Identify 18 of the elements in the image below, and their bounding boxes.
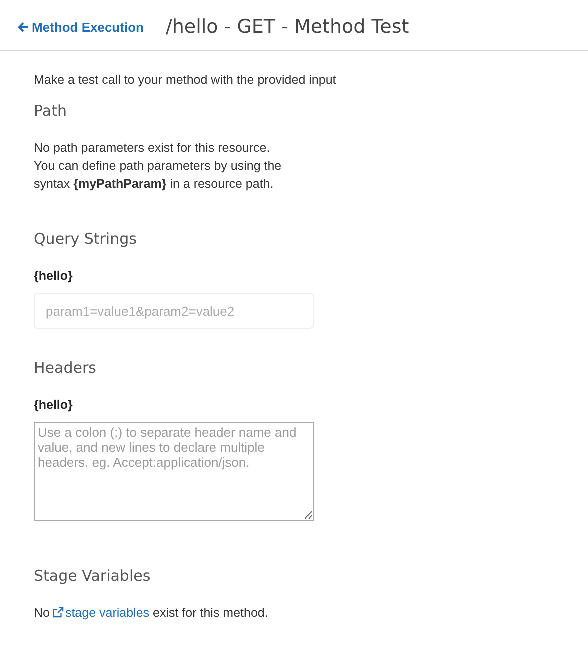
section-heading: Path [34, 102, 68, 120]
intro-text: Make a test call to your method with the provided input [34, 72, 338, 89]
headers-field[interactable]: Use a colon (:) to separate header name and value, and new lines to declare multiple headers. eg. Accept:application/json. [34, 422, 314, 521]
back-link[interactable]: Method Execution [18, 20, 144, 34]
stage-variables-link[interactable]: stage variables [53, 606, 150, 620]
path-info-text: You can define path parameters by using the [34, 158, 283, 175]
arrow-left-icon [18, 22, 29, 32]
section-heading: Query Strings [34, 230, 138, 248]
stage-variables-text: No stage variables exist for this method. [34, 605, 270, 622]
field-label: {hello} [34, 398, 74, 412]
section-heading: Headers [34, 359, 98, 377]
external-link-icon [53, 607, 64, 618]
path-info-text: No path parameters exist for this resource. [34, 140, 272, 157]
path-info-text: syntax {myPathParam} in a resource path. [34, 176, 275, 193]
field-label: {hello} [34, 269, 74, 283]
query-string-field[interactable]: param1=value1&param2=value2 [34, 293, 314, 329]
page-title: /hello - GET - Method Test [166, 16, 410, 38]
section-heading: Stage Variables [34, 567, 152, 585]
